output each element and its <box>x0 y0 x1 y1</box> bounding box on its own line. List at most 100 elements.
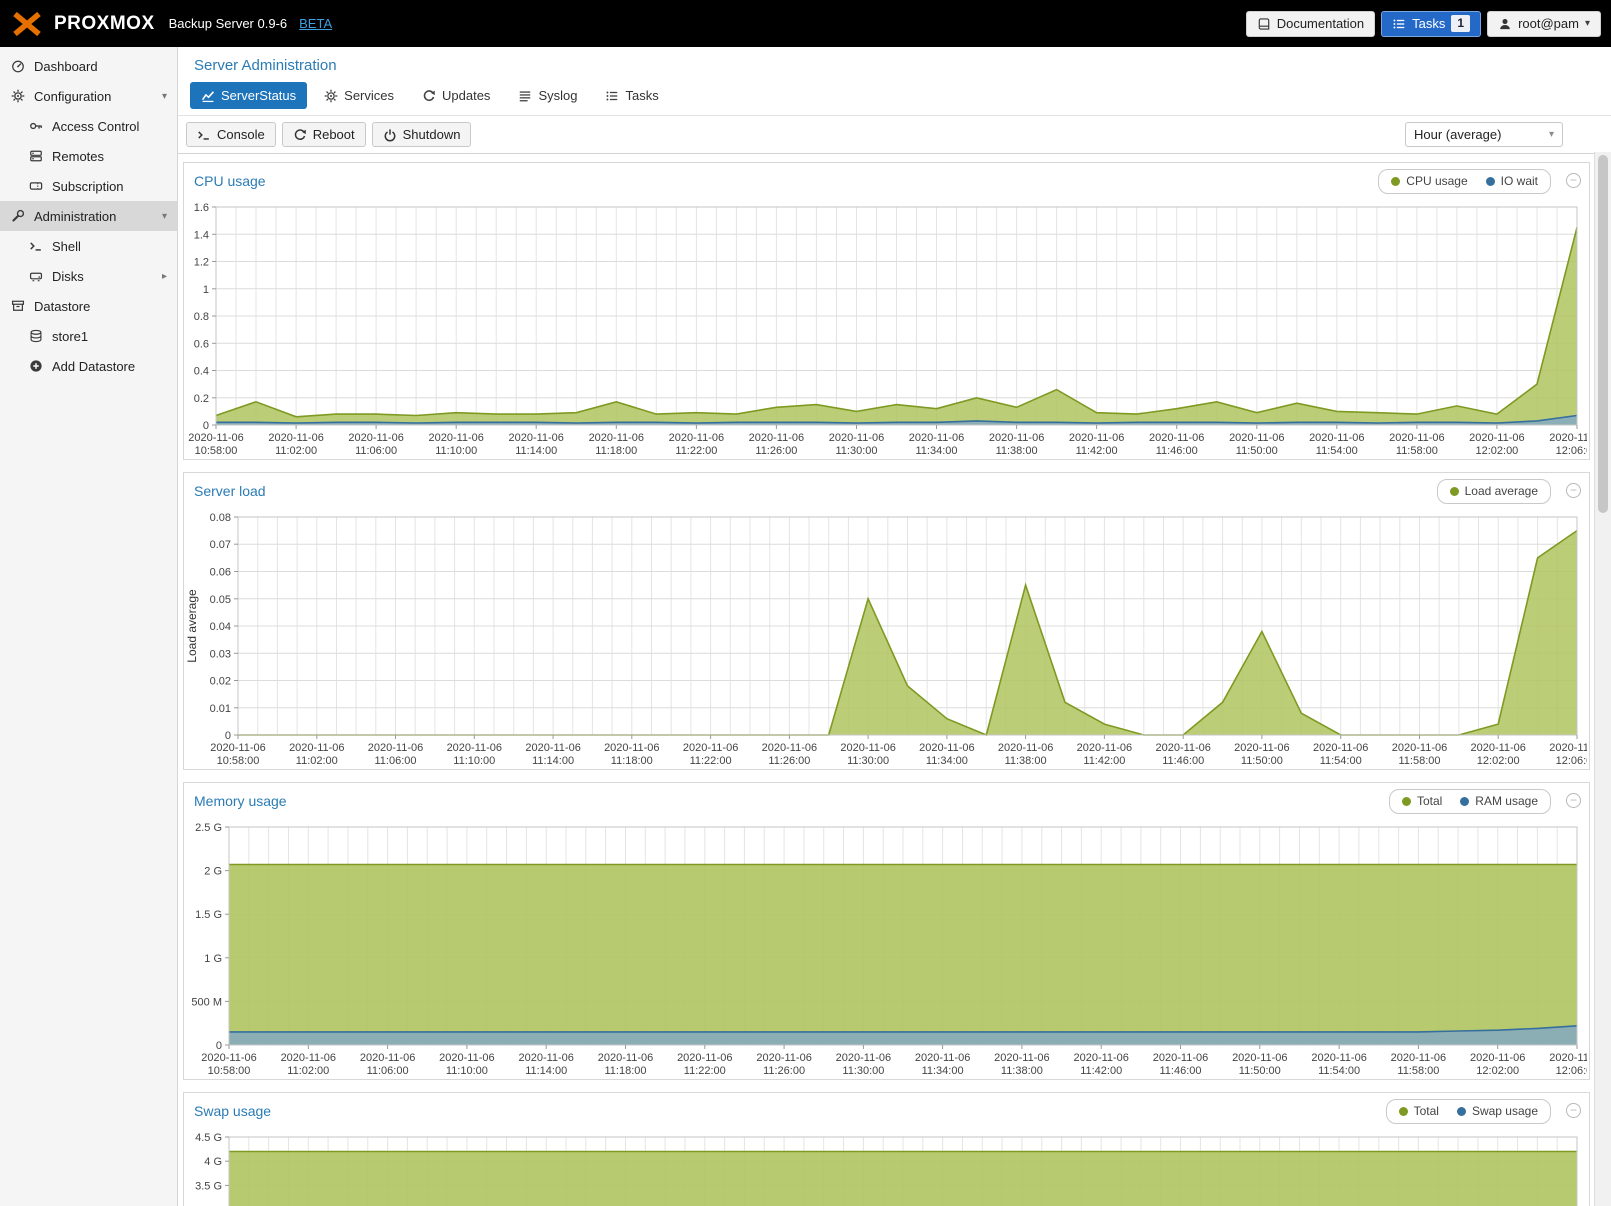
svg-text:11:14:00: 11:14:00 <box>525 1065 567 1077</box>
scrollbar-thumb[interactable] <box>1598 155 1608 513</box>
svg-text:2020-11-06: 2020-11-06 <box>1149 432 1204 444</box>
svg-text:10:58:00: 10:58:00 <box>208 1065 251 1077</box>
panel-title: Memory usage <box>194 793 287 809</box>
svg-text:0.02: 0.02 <box>210 676 231 688</box>
legend-label: Swap usage <box>1472 1104 1538 1118</box>
tab-serverstatus[interactable]: ServerStatus <box>190 82 307 109</box>
tab-label: Tasks <box>625 88 658 103</box>
tab-bar: ServerStatus Services UpdatesSyslog Tasks <box>178 77 1611 115</box>
tab-updates[interactable]: Updates <box>411 82 501 109</box>
brand-text: PROXMOX <box>54 13 155 35</box>
chart-legend: TotalRAM usage <box>1389 789 1551 814</box>
sidebar-item-configuration[interactable]: Configuration▾ <box>0 81 177 111</box>
svg-text:12:06:00: 12:06:00 <box>1556 445 1587 457</box>
svg-text:0: 0 <box>225 730 231 742</box>
svg-text:11:26:00: 11:26:00 <box>763 1065 805 1077</box>
main-content: Server Administration ServerStatusServic… <box>178 47 1611 1206</box>
tab-services[interactable]: Services <box>313 82 405 109</box>
svg-text:2020-11-06: 2020-11-06 <box>268 432 323 444</box>
collapse-panel-icon[interactable]: − <box>1566 1103 1581 1118</box>
svg-text:2020-11-06: 2020-11-06 <box>589 432 644 444</box>
svg-text:2020-11-06: 2020-11-06 <box>836 1052 891 1064</box>
reboot-button[interactable]: Reboot <box>282 122 366 147</box>
documentation-button[interactable]: Documentation <box>1246 11 1375 37</box>
console-button[interactable]: Console <box>186 122 276 147</box>
legend-label: CPU usage <box>1406 174 1467 188</box>
sidebar-item-label: Dashboard <box>34 59 98 74</box>
tab-label: Services <box>344 88 394 103</box>
svg-text:12:02:00: 12:02:00 <box>1476 1065 1519 1077</box>
svg-text:2020-11-06: 2020-11-06 <box>749 432 804 444</box>
svg-text:2020-11-06: 2020-11-06 <box>683 742 738 754</box>
chart-area: 0500 M1 G1.5 G2 G2.5 G2020-11-0610:58:00… <box>184 819 1589 1079</box>
product-version-text: Backup Server 0.9-6 <box>169 16 288 31</box>
svg-text:1: 1 <box>203 284 209 296</box>
list-icon <box>518 89 532 103</box>
svg-text:4.5 G: 4.5 G <box>195 1132 222 1144</box>
svg-text:11:26:00: 11:26:00 <box>755 445 797 457</box>
sidebar-item-dashboard[interactable]: Dashboard <box>0 51 177 81</box>
archive-icon <box>10 299 26 313</box>
timeframe-select[interactable]: Hour (average) ▾ <box>1405 122 1563 147</box>
vertical-scrollbar[interactable] <box>1594 152 1611 1206</box>
refresh-icon <box>422 89 436 103</box>
svg-text:2020-11-06: 2020-11-06 <box>1153 1052 1208 1064</box>
tab-tasks[interactable]: Tasks <box>594 82 669 109</box>
svg-text:2020-11-06: 2020-11-06 <box>598 1052 653 1064</box>
svg-text:2020-11-06: 2020-11-06 <box>1549 432 1587 444</box>
chart-plot: 00.20.40.60.811.21.41.62020-11-0610:58:0… <box>184 199 1587 459</box>
user-menu-button[interactable]: root@pam ▾ <box>1487 11 1601 37</box>
svg-text:2020-11-06: 2020-11-06 <box>525 742 580 754</box>
chevron-down-icon: ▾ <box>162 91 167 102</box>
sidebar-item-administration[interactable]: Administration▾ <box>0 201 177 231</box>
svg-text:0: 0 <box>216 1040 222 1052</box>
user-icon <box>1498 17 1512 31</box>
sidebar-item-subscription[interactable]: Subscription <box>0 171 177 201</box>
svg-text:11:42:00: 11:42:00 <box>1076 445 1118 457</box>
chart-area: 0500 M1 G1.5 G2 G2.5 G3 G3.5 G4 G4.5 G20… <box>184 1129 1589 1206</box>
sidebar-item-access-control[interactable]: Access Control <box>0 111 177 141</box>
svg-text:2020-11-06: 2020-11-06 <box>994 1052 1049 1064</box>
svg-text:11:38:00: 11:38:00 <box>996 445 1038 457</box>
sidebar-item-datastore[interactable]: Datastore <box>0 291 177 321</box>
svg-text:2020-11-06: 2020-11-06 <box>1391 1052 1446 1064</box>
panel-server-load: Server loadLoad average−00.010.020.030.0… <box>183 472 1590 770</box>
svg-text:1.2: 1.2 <box>194 257 209 269</box>
panel-title: Server load <box>194 483 266 499</box>
collapse-panel-icon[interactable]: − <box>1566 793 1581 808</box>
svg-text:12:06:00: 12:06:00 <box>1556 755 1587 767</box>
legend-dot <box>1486 177 1495 186</box>
sidebar-item-label: Subscription <box>52 179 124 194</box>
beta-link[interactable]: BETA <box>299 16 332 31</box>
sidebar-item-label: Disks <box>52 269 84 284</box>
collapse-panel-icon[interactable]: − <box>1566 483 1581 498</box>
svg-text:11:18:00: 11:18:00 <box>595 445 637 457</box>
toolbar: Console Reboot Shutdown Hour (average) <box>178 115 1611 154</box>
tasks-button[interactable]: Tasks 1 <box>1381 11 1481 37</box>
sidebar-item-label: Remotes <box>52 149 104 164</box>
tab-syslog[interactable]: Syslog <box>507 82 588 109</box>
sidebar-item-add-datastore[interactable]: Add Datastore <box>0 351 177 381</box>
sidebar-item-disks[interactable]: Disks▸ <box>0 261 177 291</box>
sidebar-item-store1[interactable]: store1 <box>0 321 177 351</box>
sidebar-item-remotes[interactable]: Remotes <box>0 141 177 171</box>
chart-area: 00.20.40.60.811.21.41.62020-11-0610:58:0… <box>184 199 1589 459</box>
svg-text:11:18:00: 11:18:00 <box>604 1065 646 1077</box>
svg-text:2020-11-06: 2020-11-06 <box>1234 742 1289 754</box>
shutdown-button[interactable]: Shutdown <box>372 122 472 147</box>
svg-text:11:18:00: 11:18:00 <box>611 755 653 767</box>
legend-item-cpu-usage: CPU usage <box>1391 174 1467 188</box>
svg-text:3.5 G: 3.5 G <box>195 1180 222 1192</box>
svg-text:2020-11-06: 2020-11-06 <box>1470 742 1525 754</box>
svg-text:1.5 G: 1.5 G <box>195 909 222 921</box>
svg-text:0.07: 0.07 <box>210 539 231 551</box>
chart-plot: 0500 M1 G1.5 G2 G2.5 G3 G3.5 G4 G4.5 G20… <box>184 1129 1587 1206</box>
sidebar-item-shell[interactable]: Shell <box>0 231 177 261</box>
svg-text:11:54:00: 11:54:00 <box>1318 1065 1360 1077</box>
svg-text:11:50:00: 11:50:00 <box>1241 755 1283 767</box>
legend-item-io-wait: IO wait <box>1486 174 1538 188</box>
collapse-panel-icon[interactable]: − <box>1566 173 1581 188</box>
svg-text:Load average: Load average <box>185 589 199 663</box>
svg-text:1.4: 1.4 <box>194 229 209 241</box>
legend-label: IO wait <box>1501 174 1538 188</box>
